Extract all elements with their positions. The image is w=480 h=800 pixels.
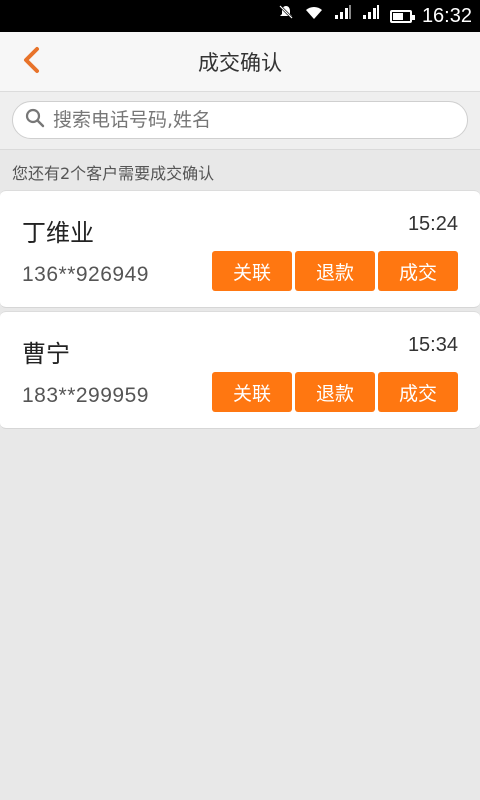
chevron-left-icon xyxy=(21,46,43,78)
link-button[interactable]: 关联 xyxy=(212,251,292,291)
status-time: 16:32 xyxy=(421,4,472,27)
card-actions: 关联 退款 成交 xyxy=(212,372,458,412)
battery-icon xyxy=(389,9,415,23)
search-icon xyxy=(25,108,45,132)
wifi-icon xyxy=(304,0,324,32)
customer-name: 丁维业 xyxy=(22,219,94,247)
customer-card: 丁维业 15:24 136**926949 关联 退款 成交 xyxy=(0,190,480,308)
back-button[interactable] xyxy=(14,44,50,80)
search-bar xyxy=(0,92,480,150)
search-input[interactable] xyxy=(53,109,467,131)
notification-off-icon xyxy=(278,0,294,32)
customer-card: 曹宁 15:34 183**299959 关联 退款 成交 xyxy=(0,311,480,429)
signal-icon xyxy=(334,0,352,32)
confirm-deal-button[interactable]: 成交 xyxy=(378,372,458,412)
header-bar: 成交确认 xyxy=(0,32,480,92)
refund-button[interactable]: 退款 xyxy=(295,372,375,412)
customer-time: 15:34 xyxy=(407,334,458,356)
customer-time: 15:24 xyxy=(407,213,458,235)
customer-name: 曹宁 xyxy=(22,340,70,368)
signal-icon xyxy=(362,0,380,32)
status-bar: 16:32 xyxy=(0,0,480,32)
customer-phone: 183**299959 xyxy=(22,384,149,407)
page-title: 成交确认 xyxy=(198,50,282,75)
card-actions: 关联 退款 成交 xyxy=(212,251,458,291)
pending-count-text: 您还有2个客户需要成交确认 xyxy=(12,164,215,183)
search-box[interactable] xyxy=(12,101,468,139)
battery-level xyxy=(392,12,403,20)
confirm-deal-button[interactable]: 成交 xyxy=(378,251,458,291)
link-button[interactable]: 关联 xyxy=(212,372,292,412)
customer-phone: 136**926949 xyxy=(22,263,149,286)
refund-button[interactable]: 退款 xyxy=(295,251,375,291)
